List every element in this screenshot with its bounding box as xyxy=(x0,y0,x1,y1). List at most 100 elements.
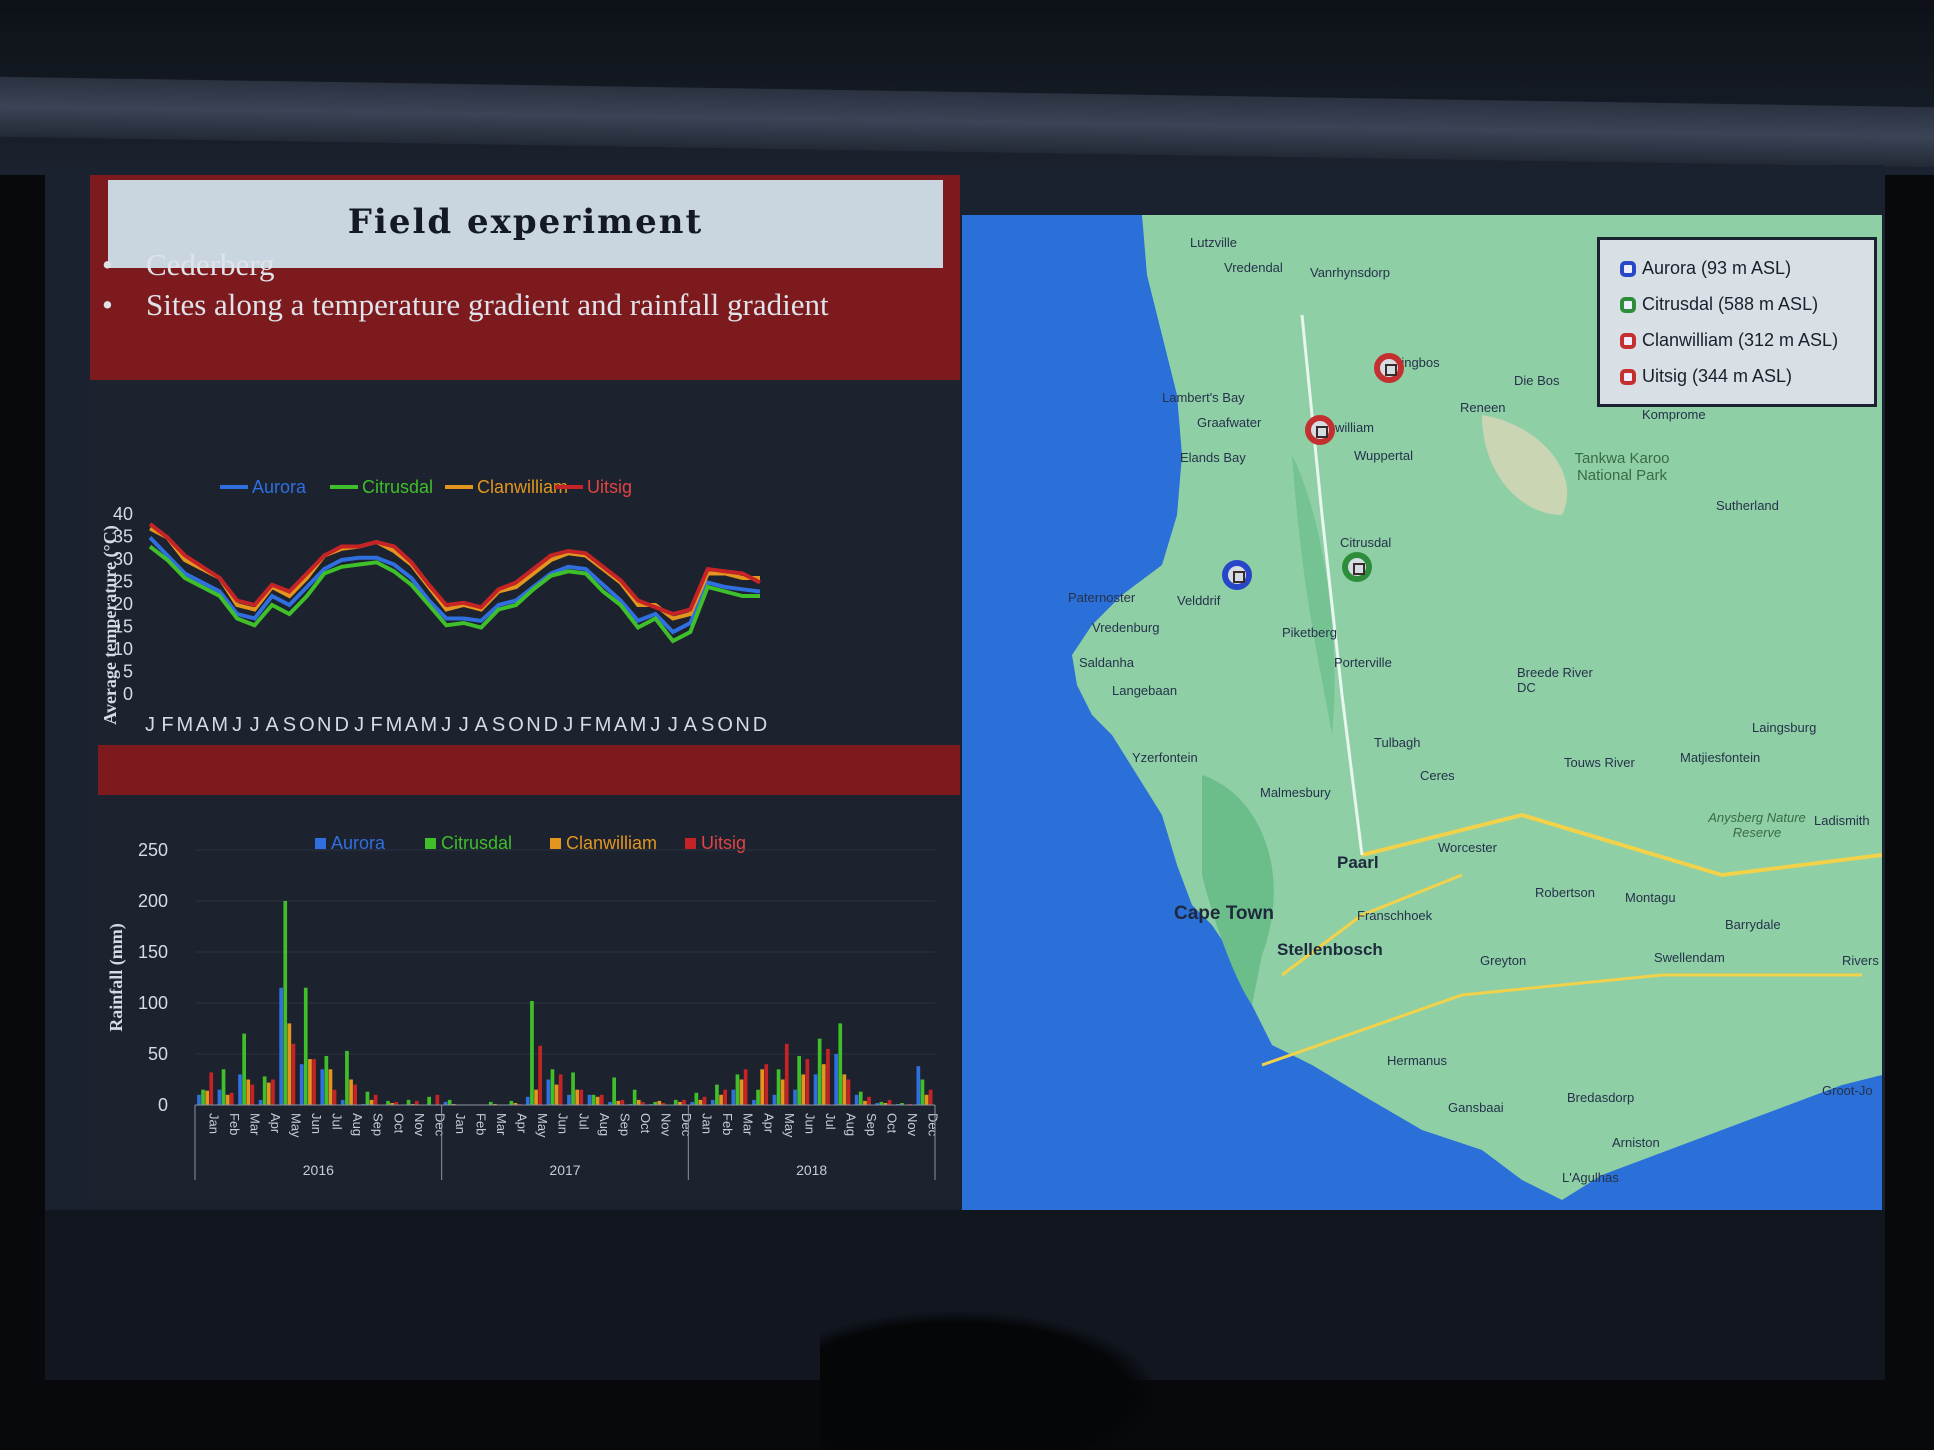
series-line-aurora xyxy=(148,536,761,635)
x-tick-label: Sep xyxy=(371,1113,386,1136)
x-tick-label: M xyxy=(630,714,647,736)
bar-uitsig xyxy=(702,1096,707,1105)
x-tick-label: A xyxy=(614,714,628,736)
bar-aurora xyxy=(320,1069,325,1105)
bar-citrusdal xyxy=(201,1089,205,1105)
map-label: Saldanha xyxy=(1079,655,1134,670)
bar-clanwilliam xyxy=(266,1082,271,1105)
x-tick-label: May xyxy=(535,1113,550,1138)
year-label: 2016 xyxy=(303,1162,334,1178)
bullet-item-1: • Cederberg xyxy=(102,247,275,283)
square-marker-icon xyxy=(1620,297,1636,313)
rainfall-chart: Aurora Citrusdal Clanwilliam Uitsig25020015… xyxy=(106,833,941,1180)
x-tick-label: Apr xyxy=(761,1113,776,1134)
map-panel[interactable]: Lutzville Vredendal Vanrhynsdorp Lambert… xyxy=(962,215,1882,1210)
legend-swatch-aurora xyxy=(315,838,326,849)
slide-title: Field experiment xyxy=(347,202,704,242)
x-tick-label: Aug xyxy=(844,1113,859,1136)
legend-item-aurora: Aurora (93 m ASL) xyxy=(1620,258,1791,279)
x-tick-label: A xyxy=(684,714,698,736)
x-tick-label: J xyxy=(354,714,364,736)
legend-item-uitsig: Uitsig (344 m ASL) xyxy=(1620,366,1792,387)
x-tick-label: J xyxy=(459,714,469,736)
x-tick-label: Jul xyxy=(330,1113,345,1130)
map-label: Paternoster xyxy=(1068,590,1136,605)
map-label: Greyton xyxy=(1480,953,1527,968)
map-label: Vredenburg xyxy=(1092,620,1160,635)
bar-aurora xyxy=(793,1089,797,1105)
bar-uitsig xyxy=(250,1084,255,1105)
map-label: Paarl xyxy=(1337,853,1379,872)
legend-label-citrusdal: Citrusdal xyxy=(362,477,433,497)
x-tick-label: Dec xyxy=(926,1113,941,1137)
map-label: Anysberg Nature Reserve xyxy=(1708,810,1806,840)
x-tick-label: Mar xyxy=(494,1113,509,1136)
x-tick-label: Jul xyxy=(823,1113,838,1130)
map-label: Lutzville xyxy=(1190,235,1237,250)
x-tick-label: Feb xyxy=(227,1113,242,1135)
uitsig-site-marker[interactable] xyxy=(1374,353,1404,383)
bar-uitsig xyxy=(538,1045,542,1105)
bar-citrusdal xyxy=(756,1089,760,1105)
temperature-chart: Aurora Citrusdal Clanwilliam Uitsig40353025… xyxy=(100,477,767,736)
bar-citrusdal xyxy=(591,1094,596,1105)
bar-aurora xyxy=(217,1089,222,1105)
citrusdal-site-marker[interactable] xyxy=(1342,552,1372,582)
legend-item-citrusdal: Citrusdal (588 m ASL) xyxy=(1620,294,1818,315)
square-marker-icon xyxy=(1620,369,1636,385)
bar-clanwilliam xyxy=(287,1023,292,1105)
y-tick-label: 0 xyxy=(158,1095,168,1115)
aurora-site-marker[interactable] xyxy=(1222,560,1252,590)
map-label: Lambert's Bay xyxy=(1162,390,1245,405)
legend-label-clanwilliam: Clanwilliam xyxy=(477,477,568,497)
bar-citrusdal xyxy=(673,1099,678,1105)
bar-citrusdal xyxy=(632,1089,637,1105)
bar-citrusdal xyxy=(817,1038,822,1105)
map-label: Franschhoek xyxy=(1357,908,1433,923)
year-label: 2017 xyxy=(549,1162,580,1178)
bar-uitsig xyxy=(620,1099,625,1105)
bar-citrusdal xyxy=(920,1079,925,1105)
y-tick-label: 150 xyxy=(138,942,168,962)
bar-citrusdal xyxy=(530,1001,534,1105)
x-tick-label: May xyxy=(289,1113,304,1138)
map-label: Cape Town xyxy=(1174,903,1274,924)
audience-head-silhouette xyxy=(820,1310,1160,1450)
map-label: Yzerfontein xyxy=(1132,750,1198,765)
map-label: Worcester xyxy=(1438,840,1497,855)
bar-uitsig xyxy=(291,1043,296,1105)
map-label: Graafwater xyxy=(1197,415,1262,430)
bar-aurora xyxy=(525,1096,530,1105)
bar-citrusdal xyxy=(694,1092,699,1105)
x-tick-label: Mar xyxy=(247,1113,262,1136)
x-tick-label: S xyxy=(701,714,714,736)
x-tick-label: Apr xyxy=(268,1113,283,1134)
x-tick-label: A xyxy=(196,714,210,736)
clanwilliam-site-marker[interactable] xyxy=(1305,415,1335,445)
bullet-glyph: • xyxy=(102,247,113,282)
bar-clanwilliam xyxy=(760,1069,764,1105)
x-tick-label: J xyxy=(563,714,573,736)
bar-uitsig xyxy=(558,1074,563,1105)
x-tick-label: J xyxy=(441,714,451,736)
x-tick-label: M xyxy=(595,714,612,736)
x-tick-label: Oct xyxy=(391,1113,406,1134)
bar-citrusdal xyxy=(571,1072,575,1105)
bar-clanwilliam xyxy=(328,1069,333,1105)
map-label: Velddrif xyxy=(1177,593,1221,608)
map-label: Groot-Jo xyxy=(1822,1083,1873,1098)
bar-uitsig xyxy=(826,1048,830,1105)
x-tick-label: M xyxy=(177,714,194,736)
bar-uitsig xyxy=(312,1059,316,1105)
x-tick-label: O xyxy=(508,714,524,736)
bar-citrusdal xyxy=(612,1077,616,1105)
bar-citrusdal xyxy=(283,901,288,1105)
legend-label: Aurora (93 m ASL) xyxy=(1642,258,1792,278)
x-tick-label: Jul xyxy=(576,1113,591,1130)
bar-clanwilliam xyxy=(534,1089,538,1105)
bar-citrusdal xyxy=(838,1023,843,1105)
map-label: L'Agulhas xyxy=(1562,1170,1619,1185)
bar-citrusdal xyxy=(303,987,308,1105)
bar-citrusdal xyxy=(242,1033,246,1105)
x-tick-label: F xyxy=(580,714,592,736)
